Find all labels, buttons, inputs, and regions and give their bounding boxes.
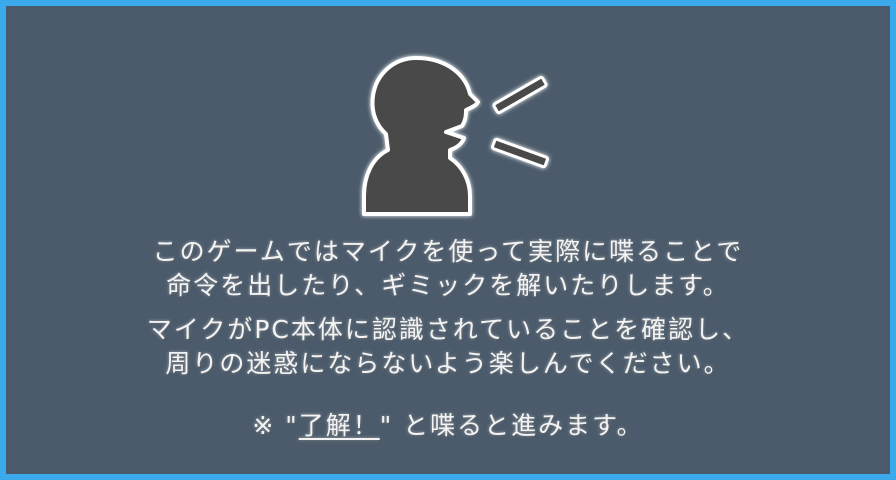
instruction-line: このゲームではマイクを使って実際に喋ることで <box>152 237 744 266</box>
voice-line-bottom <box>491 137 549 169</box>
voice-line-top <box>492 75 548 115</box>
person-silhouette <box>362 56 480 216</box>
speaking-person-icon <box>358 48 554 224</box>
instruction-line: 周りの迷惑にならないよう楽しんでください。 <box>165 349 731 378</box>
voice-prompt: ※ "了解！" と喋ると進みます。 <box>6 409 890 443</box>
instruction-paragraph-2: マイクがPC本体に認識されていることを確認し、 周りの迷惑にならないよう楽しんで… <box>6 313 890 381</box>
prompt-suffix: " と喋ると進みます。 <box>379 411 644 440</box>
prompt-prefix: ※ " <box>252 411 299 440</box>
instruction-line: 命令を出したり、ギミックを解いたりします。 <box>166 271 730 300</box>
instruction-line: マイクがPC本体に認識されていることを確認し、 <box>146 315 750 344</box>
instruction-paragraph-1: このゲームではマイクを使って実際に喋ることで 命令を出したり、ギミックを解いたり… <box>6 235 890 303</box>
game-screen: このゲームではマイクを使って実際に喋ることで 命令を出したり、ギミックを解いたり… <box>6 6 890 474</box>
prompt-keyword: 了解！ <box>298 411 380 440</box>
